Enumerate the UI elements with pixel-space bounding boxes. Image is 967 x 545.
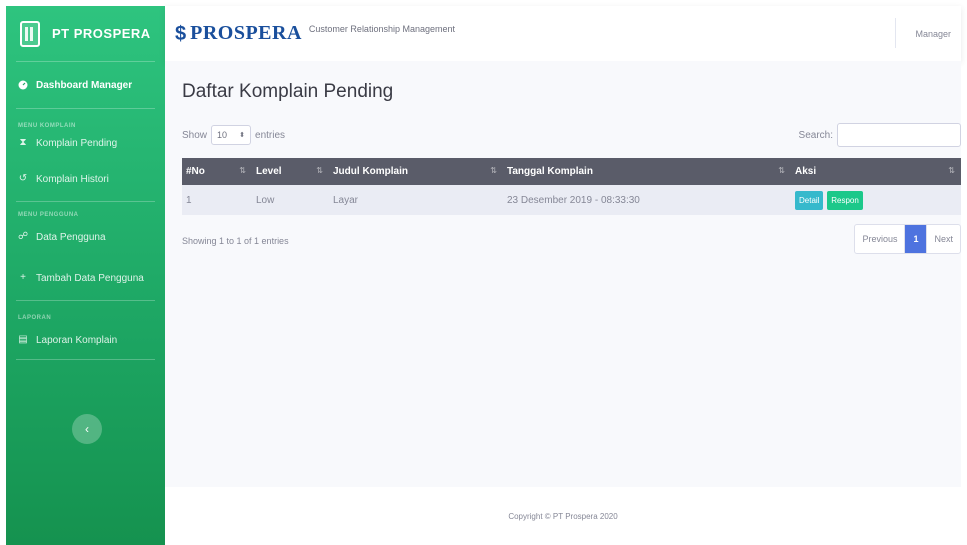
sidebar-item-label: Komplain Pending bbox=[36, 137, 118, 149]
users-icon: ☍ bbox=[17, 231, 29, 242]
page-title: Daftar Komplain Pending bbox=[182, 81, 394, 102]
column-header-level[interactable]: Level ⇅ bbox=[252, 158, 329, 185]
sort-icon: ⇅ bbox=[490, 166, 497, 175]
respon-button[interactable]: Respon bbox=[827, 190, 863, 210]
plus-icon: + bbox=[20, 272, 26, 283]
cell-judul: Layar bbox=[333, 194, 359, 206]
sidebar-item-label: Tambah Data Pengguna bbox=[36, 272, 144, 284]
pagination: Previous 1 Next bbox=[854, 224, 961, 254]
sidebar: PT PROSPERA Dashboard Manager MENU KOMPL… bbox=[6, 6, 165, 545]
complaints-table: #No ⇅ Level ⇅ Judul Komplain ⇅ Tanggal Komp… bbox=[182, 158, 961, 215]
hourglass-icon: ⧗ bbox=[19, 137, 27, 148]
pagination-previous[interactable]: Previous bbox=[855, 225, 906, 253]
search-control: Search: bbox=[799, 123, 961, 147]
footer: Copyright © PT Prospera 2020 bbox=[165, 487, 961, 545]
sidebar-item-komplain-histori[interactable]: ↺ Komplain Histori bbox=[6, 157, 165, 201]
table-row: 1 Low Layar 23 Desember 2019 - 08:33:30 … bbox=[182, 185, 961, 215]
column-header-judul[interactable]: Judul Komplain ⇅ bbox=[329, 158, 503, 185]
building-icon bbox=[20, 20, 40, 47]
sidebar-item-label: Komplain Histori bbox=[36, 173, 109, 185]
detail-button[interactable]: Detail bbox=[795, 190, 824, 210]
pagination-next[interactable]: Next bbox=[927, 225, 960, 253]
sidebar-item-data-pengguna[interactable]: ☍ Data Pengguna bbox=[6, 218, 165, 256]
entries-label: entries bbox=[255, 129, 286, 141]
sidebar-toggle-button[interactable]: ‹ bbox=[72, 414, 102, 444]
sort-icon: ⇅ bbox=[778, 166, 785, 175]
sidebar-brand[interactable]: PT PROSPERA bbox=[6, 6, 165, 61]
dollar-logo-icon: $ bbox=[175, 22, 187, 45]
dashboard-icon bbox=[18, 80, 28, 90]
column-header-no[interactable]: #No ⇅ bbox=[182, 158, 252, 185]
cell-level: Low bbox=[256, 194, 275, 206]
sidebar-item-komplain-pending[interactable]: ⧗ Komplain Pending bbox=[6, 129, 165, 157]
user-menu[interactable]: Manager bbox=[915, 6, 951, 61]
search-input[interactable] bbox=[837, 123, 961, 147]
sidebar-item-dashboard[interactable]: Dashboard Manager bbox=[6, 62, 165, 108]
user-name: Manager bbox=[915, 28, 951, 39]
sidebar-item-label: Dashboard Manager bbox=[36, 79, 133, 91]
history-icon: ↺ bbox=[18, 173, 28, 184]
search-label: Search: bbox=[798, 129, 833, 141]
column-header-tanggal[interactable]: Tanggal Komplain ⇅ bbox=[503, 158, 791, 185]
topbar-divider bbox=[895, 18, 896, 48]
show-label: Show bbox=[182, 129, 208, 141]
topbar: $ PROSPERA Customer Relationship Managem… bbox=[165, 6, 961, 61]
sort-icon: ⇅ bbox=[316, 166, 323, 175]
sidebar-item-tambah-pengguna[interactable]: + Tambah Data Pengguna bbox=[6, 256, 165, 300]
chevron-left-icon: ‹ bbox=[85, 422, 89, 436]
copyright-text: Copyright © PT Prospera 2020 bbox=[508, 511, 618, 521]
cell-aksi: Detail Respon bbox=[791, 185, 961, 215]
sidebar-item-laporan-komplain[interactable]: ▤ Laporan Komplain bbox=[6, 321, 165, 359]
app-subtitle: Customer Relationship Management bbox=[308, 23, 455, 34]
sort-icon: ⇅ bbox=[948, 166, 955, 175]
report-icon: ▤ bbox=[18, 334, 28, 345]
column-header-aksi[interactable]: Aksi ⇅ bbox=[791, 158, 961, 185]
cell-tanggal: 23 Desember 2019 - 08:33:30 bbox=[507, 194, 640, 206]
pagination-page-1[interactable]: 1 bbox=[905, 225, 928, 253]
select-arrows-icon: ⬍ bbox=[239, 132, 246, 139]
sidebar-divider bbox=[16, 359, 155, 360]
table-info: Showing 1 to 1 of 1 entries bbox=[182, 236, 289, 246]
cell-no: 1 bbox=[186, 194, 192, 206]
app-logo[interactable]: $ PROSPERA Customer Relationship Managem… bbox=[165, 22, 455, 45]
logo-text: PROSPERA bbox=[190, 22, 302, 44]
sort-icon: ⇅ bbox=[239, 166, 246, 175]
main-content: Daftar Komplain Pending Show 10 ⬍ entrie… bbox=[165, 61, 961, 487]
table-header-row: #No ⇅ Level ⇅ Judul Komplain ⇅ Tanggal Komp… bbox=[182, 158, 961, 185]
sidebar-item-label: Data Pengguna bbox=[36, 231, 106, 243]
entries-length-control: Show 10 ⬍ entries bbox=[182, 125, 285, 145]
entries-value: 10 bbox=[217, 130, 228, 140]
sidebar-item-label: Laporan Komplain bbox=[36, 334, 118, 346]
brand-name: PT PROSPERA bbox=[52, 26, 151, 41]
entries-select[interactable]: 10 ⬍ bbox=[211, 125, 252, 145]
